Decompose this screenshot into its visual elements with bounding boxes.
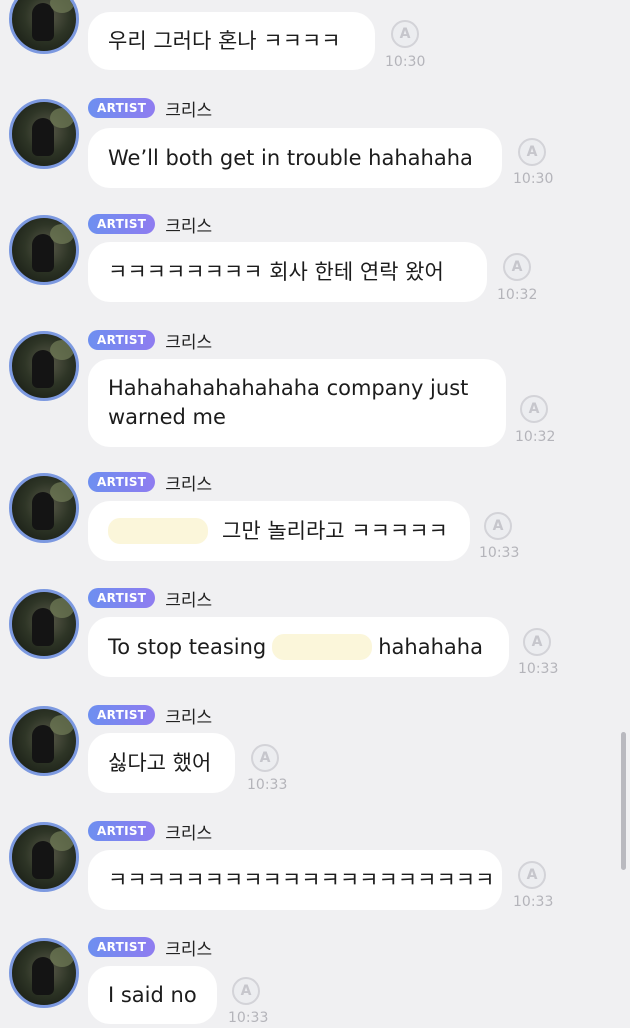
sender-name[interactable]: 크리스 (165, 96, 212, 121)
sender-avatar[interactable] (9, 331, 79, 401)
sender-name[interactable]: 크리스 (165, 212, 212, 237)
artist-badge: ARTIST (88, 588, 156, 608)
message-text: 싫다고 했어 (108, 750, 212, 775)
sender-avatar[interactable] (9, 215, 79, 285)
read-receipt-icon: A (232, 977, 260, 1005)
message-text: 그만 놀리라고 ㅋㅋㅋㅋㅋ (222, 518, 448, 543)
sender-name-row: ARTIST 크리스 (88, 935, 212, 960)
sender-avatar[interactable] (9, 99, 79, 169)
message-bubble[interactable]: ㅋㅋㅋㅋㅋㅋㅋㅋㅋㅋㅋㅋㅋㅋㅋㅋㅋㅋㅋㅋ (88, 850, 502, 910)
artist-badge: ARTIST (88, 214, 156, 234)
sender-name-row: ARTIST 크리스 (88, 96, 212, 121)
message-bubble[interactable]: ㅋㅋㅋㅋㅋㅋㅋㅋ 회사 한테 연락 왔어 (88, 242, 487, 302)
message-text: To stop teasing (108, 634, 267, 659)
sender-avatar[interactable] (9, 0, 79, 54)
artist-badge: ARTIST (88, 937, 156, 957)
sender-avatar[interactable] (9, 473, 79, 543)
sender-name[interactable]: 크리스 (165, 703, 212, 728)
message-text: I said no (108, 982, 197, 1007)
message-bubble[interactable]: 싫다고 했어 (88, 733, 235, 793)
message-bubble[interactable]: I said no (88, 966, 217, 1024)
sender-avatar[interactable] (9, 938, 79, 1008)
read-receipt-icon: A (484, 512, 512, 540)
read-receipt-icon: A (523, 628, 551, 656)
artist-badge: ARTIST (88, 98, 156, 118)
message-bubble[interactable]: 우리 그러다 혼나 ㅋㅋㅋㅋ (88, 12, 375, 70)
sender-name-row: ARTIST 크리스 (88, 470, 212, 495)
message-time: 10:33 (228, 1010, 269, 1026)
sender-name-row: ARTIST 크리스 (88, 212, 212, 237)
read-receipt-icon: A (518, 138, 546, 166)
sender-avatar[interactable] (9, 589, 79, 659)
read-receipt-icon: A (251, 744, 279, 772)
message-text: ㅋㅋㅋㅋㅋㅋㅋㅋ 회사 한테 연락 왔어 (108, 259, 444, 284)
sender-name[interactable]: 크리스 (165, 819, 212, 844)
message-time: 10:33 (247, 777, 288, 793)
message-text: ㅋㅋㅋㅋㅋㅋㅋㅋㅋㅋㅋㅋㅋㅋㅋㅋㅋㅋㅋㅋ (108, 867, 495, 892)
read-receipt-icon: A (503, 253, 531, 281)
sender-name-row: ARTIST 크리스 (88, 703, 212, 728)
read-receipt-icon: A (520, 395, 548, 423)
message-bubble[interactable]: Hahahahahahahaha company just warned me (88, 359, 506, 447)
artist-badge: ARTIST (88, 705, 156, 725)
message-text: Hahahahahahahaha company just warned me (108, 376, 469, 429)
sender-name-row: ARTIST 크리스 (88, 586, 212, 611)
message-time: 10:33 (479, 545, 520, 561)
redacted-patch (108, 518, 208, 544)
message-time: 10:33 (518, 661, 559, 677)
redacted-patch (272, 634, 373, 660)
read-receipt-icon: A (518, 861, 546, 889)
chat-message-list[interactable]: 우리 그러다 혼나 ㅋㅋㅋㅋ A 10:30 ARTIST 크리스 We’ll … (0, 0, 630, 1028)
sender-name-row: ARTIST 크리스 (88, 819, 212, 844)
read-receipt-icon: A (391, 20, 419, 48)
artist-badge: ARTIST (88, 472, 156, 492)
message-text: 우리 그러다 혼나 ㅋㅋㅋㅋ (108, 28, 341, 53)
message-time: 10:30 (513, 171, 554, 187)
message-bubble[interactable]: To stop teasing hahahaha (88, 617, 509, 677)
message-text: hahahaha (378, 634, 483, 659)
message-bubble[interactable]: We’ll both get in trouble hahahaha (88, 128, 502, 188)
sender-avatar[interactable] (9, 822, 79, 892)
message-bubble[interactable]: 그만 놀리라고 ㅋㅋㅋㅋㅋ (88, 501, 470, 561)
message-time: 10:32 (515, 429, 556, 445)
sender-name[interactable]: 크리스 (165, 470, 212, 495)
message-text: We’ll both get in trouble hahahaha (108, 145, 473, 170)
sender-name[interactable]: 크리스 (165, 328, 212, 353)
artist-badge: ARTIST (88, 821, 156, 841)
sender-name[interactable]: 크리스 (165, 586, 212, 611)
message-time: 10:32 (497, 287, 538, 303)
message-time: 10:30 (385, 54, 426, 70)
artist-badge: ARTIST (88, 330, 156, 350)
sender-name-row: ARTIST 크리스 (88, 328, 212, 353)
message-time: 10:33 (513, 894, 554, 910)
scrollbar-thumb[interactable] (621, 732, 626, 870)
sender-name[interactable]: 크리스 (165, 935, 212, 960)
sender-avatar[interactable] (9, 706, 79, 776)
